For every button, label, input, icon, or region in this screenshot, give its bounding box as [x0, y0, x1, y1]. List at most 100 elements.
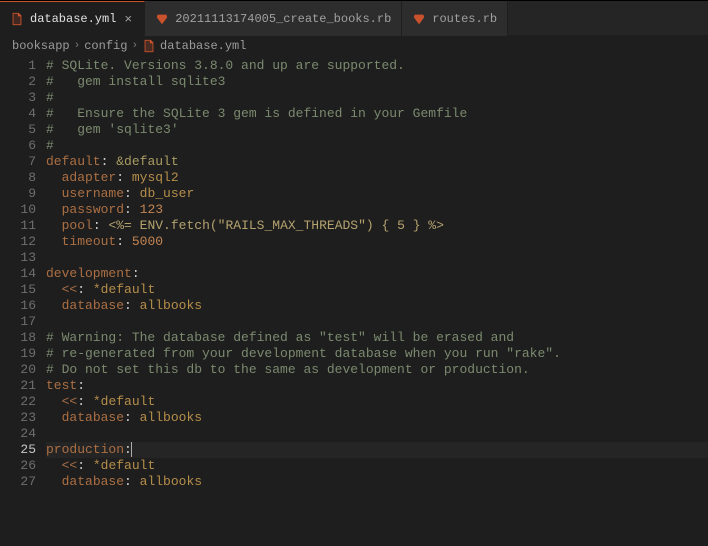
code-line[interactable]: # [46, 138, 708, 154]
yaml-alias: * [93, 458, 101, 473]
indent-guide [46, 186, 62, 201]
ruby-file-icon [155, 12, 169, 26]
code-line[interactable] [46, 426, 708, 442]
yaml-key: database [62, 298, 124, 313]
code-line[interactable]: # Warning: The database defined as "test… [46, 330, 708, 346]
text-cursor [131, 442, 132, 457]
line-number: 11 [0, 218, 36, 234]
yaml-anchor: &default [116, 154, 178, 169]
line-number: 17 [0, 314, 36, 330]
code-line[interactable]: <<: *default [46, 458, 708, 474]
indent-guide [46, 298, 62, 313]
yaml-key: username [62, 186, 124, 201]
code-line[interactable]: default: &default [46, 154, 708, 170]
code-line[interactable]: adapter: mysql2 [46, 170, 708, 186]
breadcrumb-folder[interactable]: config [84, 39, 127, 53]
indent-guide [46, 234, 62, 249]
indent-guide [46, 458, 62, 473]
code-line[interactable] [46, 250, 708, 266]
tab-database-yml[interactable]: database.yml × [0, 1, 145, 36]
line-number: 4 [0, 106, 36, 122]
indent-guide [46, 474, 62, 489]
code-line[interactable]: database: allbooks [46, 298, 708, 314]
line-number: 1 [0, 58, 36, 74]
code-line[interactable]: username: db_user [46, 186, 708, 202]
tab-label: database.yml [30, 12, 116, 26]
code-line[interactable]: development: [46, 266, 708, 282]
yaml-value: mysql2 [132, 170, 179, 185]
comment-text: # Do not set this db to the same as deve… [46, 362, 530, 377]
code-line[interactable]: # Do not set this db to the same as deve… [46, 362, 708, 378]
yaml-file-icon [10, 12, 24, 26]
close-icon[interactable]: × [122, 12, 134, 27]
breadcrumb-folder[interactable]: booksapp [12, 39, 70, 53]
code-line[interactable]: database: allbooks [46, 474, 708, 490]
yaml-value: allbooks [140, 410, 202, 425]
tab-20211113174005-create-books-rb[interactable]: 20211113174005_create_books.rb [145, 1, 402, 36]
comment-text: # [46, 90, 54, 105]
code-line[interactable]: # re-generated from your development dat… [46, 346, 708, 362]
tab-bar: database.yml × 20211113174005_create_books… [0, 0, 708, 35]
line-number: 23 [0, 410, 36, 426]
yaml-value: allbooks [140, 474, 202, 489]
line-number: 25 [0, 442, 36, 458]
code-line[interactable]: # [46, 90, 708, 106]
yaml-key: << [62, 458, 78, 473]
code-line[interactable]: pool: <%= ENV.fetch("RAILS_MAX_THREADS")… [46, 218, 708, 234]
yaml-key: test [46, 378, 77, 393]
line-number: 18 [0, 330, 36, 346]
line-number: 7 [0, 154, 36, 170]
line-number: 27 [0, 474, 36, 490]
tab-routes-rb[interactable]: routes.rb [402, 1, 508, 36]
line-number: 24 [0, 426, 36, 442]
code-line[interactable]: timeout: 5000 [46, 234, 708, 250]
code-line[interactable]: password: 123 [46, 202, 708, 218]
indent-guide [46, 394, 62, 409]
code-line[interactable]: <<: *default [46, 282, 708, 298]
code-line[interactable]: # gem install sqlite3 [46, 74, 708, 90]
yaml-value: 5000 [132, 234, 163, 249]
line-number: 8 [0, 170, 36, 186]
line-number: 5 [0, 122, 36, 138]
code-line[interactable]: # SQLite. Versions 3.8.0 and up are supp… [46, 58, 708, 74]
ruby-file-icon [412, 12, 426, 26]
code-line[interactable]: <<: *default [46, 394, 708, 410]
line-number: 20 [0, 362, 36, 378]
indent-guide [46, 202, 62, 217]
yaml-key: production [46, 442, 124, 457]
comment-text: # gem install sqlite3 [46, 74, 225, 89]
tab-label: routes.rb [432, 12, 497, 26]
code-line[interactable] [46, 314, 708, 330]
yaml-key: timeout [62, 234, 117, 249]
code-line[interactable]: production: [46, 442, 708, 458]
indent-guide [46, 170, 62, 185]
line-number: 16 [0, 298, 36, 314]
code-line[interactable]: # gem 'sqlite3' [46, 122, 708, 138]
comment-text: # [46, 138, 54, 153]
line-number: 12 [0, 234, 36, 250]
indent-guide [46, 410, 62, 425]
yaml-value: db_user [140, 186, 195, 201]
code-area[interactable]: # SQLite. Versions 3.8.0 and up are supp… [46, 57, 708, 546]
line-number: 9 [0, 186, 36, 202]
code-editor[interactable]: 1234567891011121314151617181920212223242… [0, 57, 708, 546]
yaml-key: development [46, 266, 132, 281]
yaml-key: << [62, 282, 78, 297]
code-line[interactable]: database: allbooks [46, 410, 708, 426]
breadcrumb-file[interactable]: database.yml [160, 39, 246, 53]
yaml-key: << [62, 394, 78, 409]
yaml-file-icon [142, 39, 156, 53]
yaml-alias: * [93, 394, 101, 409]
indent-guide [46, 218, 62, 233]
code-line[interactable]: test: [46, 378, 708, 394]
line-number: 22 [0, 394, 36, 410]
comment-text: # gem 'sqlite3' [46, 122, 179, 137]
line-number: 10 [0, 202, 36, 218]
line-number: 15 [0, 282, 36, 298]
code-line[interactable]: # Ensure the SQLite 3 gem is defined in … [46, 106, 708, 122]
tab-label: 20211113174005_create_books.rb [175, 12, 391, 26]
chevron-right-icon: › [131, 40, 138, 52]
line-number: 14 [0, 266, 36, 282]
chevron-right-icon: › [74, 40, 81, 52]
yaml-alias: * [93, 282, 101, 297]
